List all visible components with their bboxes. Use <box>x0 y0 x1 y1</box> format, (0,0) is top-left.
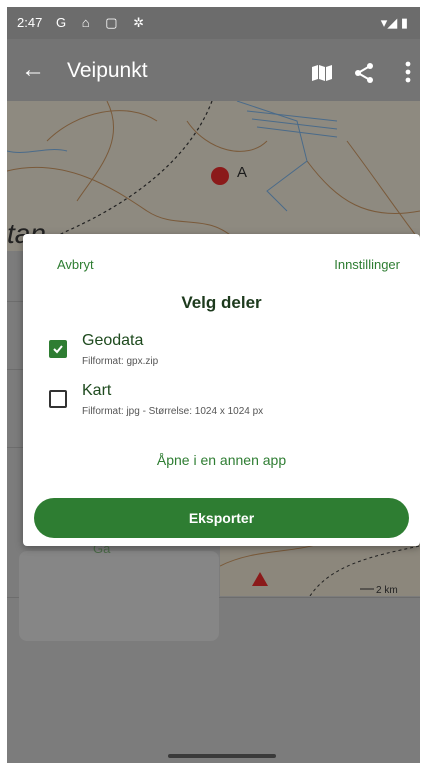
settings-button[interactable]: Innstillinger <box>334 257 400 272</box>
map-view[interactable]: A tan <box>7 101 420 251</box>
share-icon[interactable] <box>354 63 374 83</box>
option-geodata[interactable]: Geodata Filformat: gpx.zip <box>47 332 407 376</box>
map-contours <box>7 101 420 242</box>
option-map[interactable]: Kart Filformat: jpg - Størrelse: 1024 x … <box>47 382 407 426</box>
option-label: Geodata <box>82 332 144 349</box>
status-time: 2:47 <box>17 15 43 30</box>
page-title: Veipunkt <box>67 59 148 82</box>
navigation-handle[interactable] <box>168 754 276 758</box>
option-subtitle: Filformat: jpg - Størrelse: 1024 x 1024 … <box>82 406 264 417</box>
map-icon[interactable] <box>312 65 332 81</box>
scale-label: 2 km <box>376 585 398 596</box>
status-right-icons: ▾◢ ▮ <box>380 15 408 30</box>
more-vert-icon[interactable] <box>405 61 411 83</box>
arrow-left-icon[interactable]: ← <box>21 56 45 84</box>
checkbox-unchecked-icon[interactable] <box>49 390 67 408</box>
status-icons: G ⌂ ▢ ✲ <box>56 15 150 30</box>
export-button[interactable]: Eksporter <box>34 498 409 538</box>
option-subtitle: Filformat: gpx.zip <box>82 356 159 367</box>
waypoint-label: A <box>237 164 248 181</box>
open-in-other-app-link[interactable]: Åpne i en annen app <box>23 452 420 468</box>
status-bar: 2:47 G ⌂ ▢ ✲ ▾◢ ▮ <box>7 7 420 39</box>
export-dialog: Avbryt Innstillinger Velg deler Geodata … <box>23 234 420 546</box>
app-bar: ← Veipunkt <box>7 39 420 101</box>
screen: 2:47 G ⌂ ▢ ✲ ▾◢ ▮ ← Veipunkt A Gå 2 km A… <box>7 7 420 763</box>
cancel-button[interactable]: Avbryt <box>57 257 94 272</box>
dialog-title: Velg deler <box>181 293 262 312</box>
option-label: Kart <box>82 382 112 399</box>
checkbox-checked-icon[interactable] <box>49 340 67 358</box>
background-card <box>19 551 219 641</box>
